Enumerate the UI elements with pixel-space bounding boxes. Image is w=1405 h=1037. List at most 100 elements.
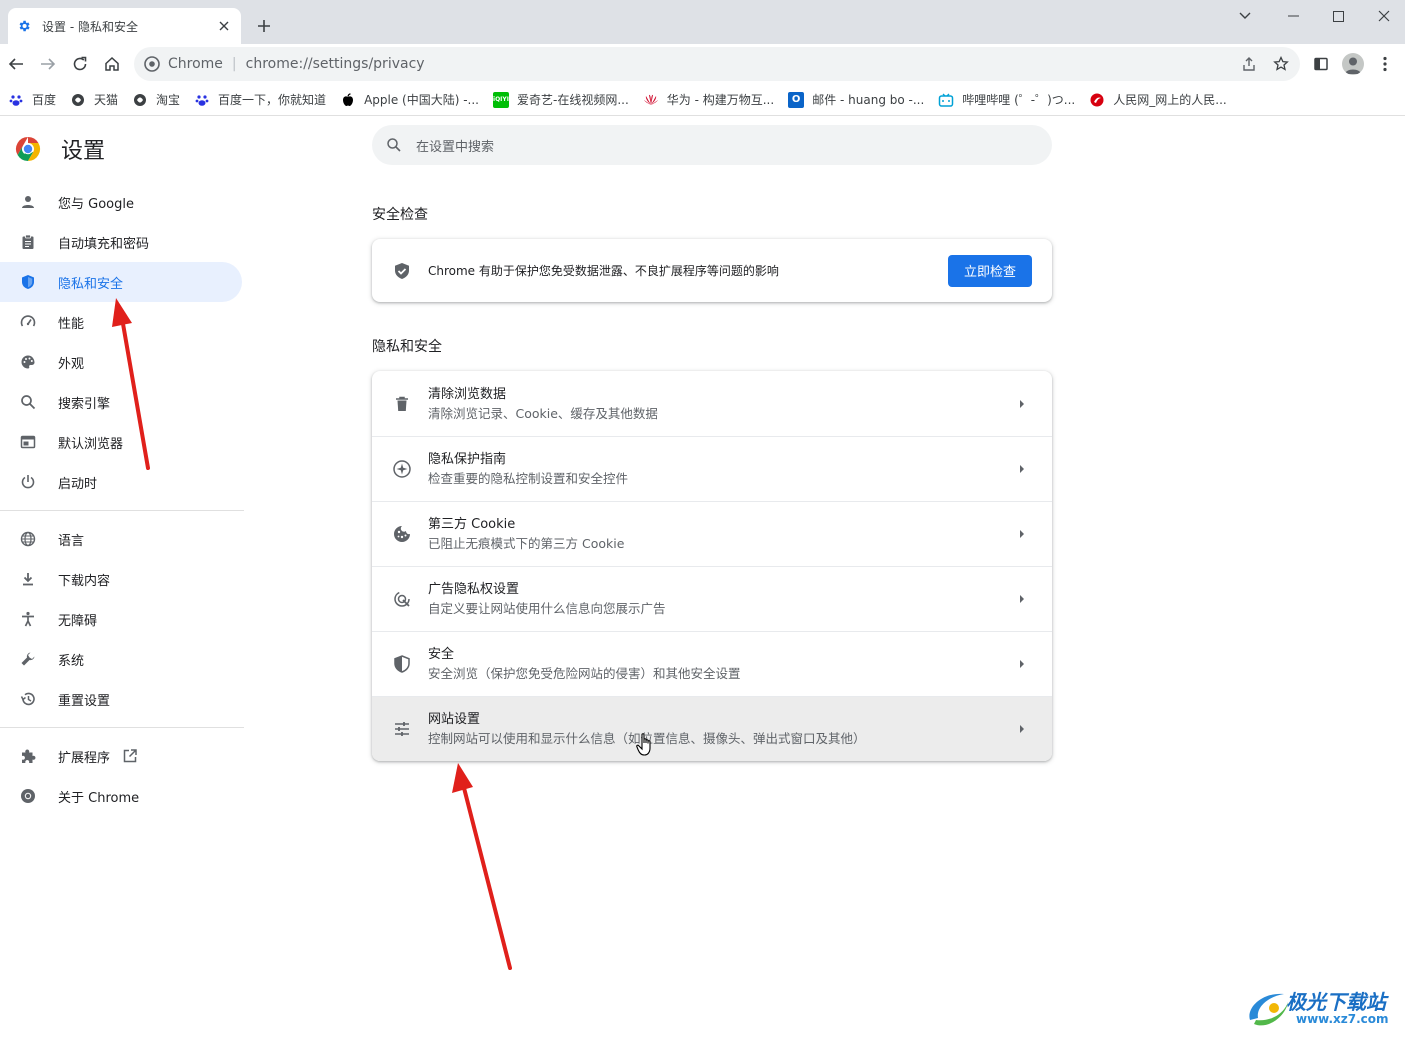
row-subtitle: 检查重要的隐私控制设置和安全控件 — [428, 471, 629, 486]
address-bar[interactable]: Chrome | chrome://settings/privacy — [134, 47, 1300, 81]
back-button[interactable] — [4, 52, 28, 76]
sidebar-item-search-engine[interactable]: 搜索引擎 — [0, 382, 242, 422]
bookmark-item[interactable]: 天猫 — [70, 91, 118, 108]
site-settings-row[interactable]: 网站设置 控制网站可以使用和显示什么信息（如位置信息、摄像头、弹出式窗口及其他） — [372, 696, 1052, 761]
bookmark-label: 百度一下，你就知道 — [218, 93, 327, 107]
row-subtitle: 清除浏览记录、Cookie、缓存及其他数据 — [428, 405, 658, 421]
watermark-text: 极光下载站 — [1286, 990, 1386, 1014]
sliders-icon — [392, 719, 412, 739]
browser-window-icon — [18, 432, 38, 452]
check-now-button[interactable]: 立即检查 — [948, 254, 1032, 287]
globe-icon — [132, 92, 148, 108]
globe-icon — [70, 92, 86, 108]
sidebar-item-about-chrome[interactable]: 关于 Chrome — [0, 776, 242, 816]
watermark-swirl-icon — [1249, 993, 1288, 1026]
bilibili-icon — [938, 92, 954, 108]
sidebar-item-downloads[interactable]: 下载内容 — [0, 559, 242, 599]
privacy-guide-row[interactable]: 隐私保护指南 检查重要的隐私控制设置和安全控件 — [372, 436, 1052, 501]
bookmark-item[interactable]: 百度一下，你就知道 — [194, 91, 326, 108]
sidebar-item-default-browser[interactable]: 默认浏览器 — [0, 422, 242, 462]
bookmark-label: 哔哩哔哩 (゜-゜)つ... — [962, 93, 1076, 107]
avatar — [1342, 53, 1364, 75]
chrome-logo-icon — [15, 136, 41, 162]
row-subtitle: 自定义要让网站使用什么信息向您展示广告 — [428, 601, 666, 616]
home-button[interactable] — [100, 52, 124, 76]
sidebar-item-appearance[interactable]: 外观 — [0, 342, 242, 382]
sidebar-item-accessibility[interactable]: 无障碍 — [0, 599, 242, 639]
settings-search-input[interactable]: 在设置中搜索 — [372, 125, 1052, 165]
new-tab-button[interactable] — [252, 14, 276, 38]
row-subtitle: 安全浏览（保护您免受危险网站的侵害）和其他安全设置 — [428, 666, 741, 681]
history-icon — [18, 689, 38, 709]
profile-button[interactable] — [1341, 52, 1365, 76]
tab-search-chevron-down-icon[interactable] — [1222, 4, 1268, 28]
row-title: 网站设置 — [428, 712, 481, 727]
sidebar-item-autofill[interactable]: 自动填充和密码 — [0, 222, 242, 262]
close-tab-icon[interactable] — [215, 17, 233, 35]
trash-icon — [392, 394, 412, 414]
bookmark-label: 爱奇艺-在线视频网... — [517, 93, 629, 107]
safety-check-title: 安全检查 — [372, 207, 428, 223]
sidebar-item-you-and-google[interactable]: 您与 Google — [0, 182, 242, 222]
third-party-cookies-row[interactable]: 第三方 Cookie 已阻止无痕模式下的第三方 Cookie — [372, 501, 1052, 566]
sidebar-item-privacy[interactable]: 隐私和安全 — [0, 262, 242, 302]
palette-icon — [18, 352, 38, 372]
safety-check-card: Chrome 有助于保护您免受数据泄露、不良扩展程序等问题的影响 立即检查 — [372, 239, 1052, 302]
menu-button[interactable] — [1373, 52, 1397, 76]
clipboard-icon — [18, 232, 38, 252]
compass-icon — [392, 459, 412, 479]
sidebar-divider — [0, 727, 244, 728]
download-icon — [18, 569, 38, 589]
security-row[interactable]: 安全 安全浏览（保护您免受危险网站的侵害）和其他安全设置 — [372, 631, 1052, 696]
settings-page: 设置 您与 Google 自动填充和密码 隐私和安全 性能 外观 搜索引擎 默认… — [0, 117, 1405, 1037]
privacy-card: 清除浏览数据 清除浏览记录、Cookie、缓存及其他数据 隐私保护指南 检查重要… — [372, 371, 1052, 761]
sidebar-item-performance[interactable]: 性能 — [0, 302, 242, 342]
arrow-right-icon — [1012, 394, 1032, 414]
share-icon[interactable] — [1239, 54, 1259, 74]
sidebar-item-system[interactable]: 系统 — [0, 639, 242, 679]
puzzle-icon — [18, 746, 38, 766]
bookmark-item[interactable]: O 邮件 - huang bo -... — [788, 91, 924, 108]
security-shield-icon — [392, 654, 412, 674]
gear-icon — [16, 18, 32, 34]
bookmark-star-icon[interactable] — [1271, 54, 1291, 74]
maximize-button[interactable] — [1315, 4, 1361, 28]
ad-privacy-row[interactable]: 广告隐私权设置 自定义要让网站使用什么信息向您展示广告 — [372, 566, 1052, 631]
sidebar-divider — [0, 510, 244, 511]
forward-button[interactable] — [36, 52, 60, 76]
url-text[interactable]: chrome://settings/privacy — [246, 56, 425, 72]
privacy-section-title: 隐私和安全 — [372, 339, 442, 355]
row-title: 第三方 Cookie — [428, 517, 516, 532]
row-title: 清除浏览数据 — [428, 386, 507, 402]
external-link-icon[interactable] — [122, 748, 138, 764]
minimize-button[interactable] — [1270, 4, 1316, 28]
sidebar-item-label: 搜索引擎 — [58, 396, 111, 412]
bookmark-item[interactable]: 百度 — [8, 91, 56, 108]
bookmark-item[interactable]: Apple (中国大陆) -... — [340, 91, 479, 108]
settings-sidebar: 您与 Google 自动填充和密码 隐私和安全 性能 外观 搜索引擎 默认浏览器 — [0, 182, 244, 816]
bookmark-item[interactable]: 哔哩哔哩 (゜-゜)つ... — [938, 91, 1075, 108]
sidebar-item-extensions[interactable]: 扩展程序 — [0, 736, 242, 776]
arrow-right-icon — [1012, 459, 1032, 479]
sidebar-item-languages[interactable]: 语言 — [0, 519, 242, 559]
verified-shield-icon — [392, 261, 412, 281]
bookmark-item[interactable]: iQIYI 爱奇艺-在线视频网... — [493, 91, 629, 108]
reload-button[interactable] — [68, 52, 92, 76]
row-title: 安全 — [428, 647, 455, 662]
site-label: Chrome — [168, 56, 223, 72]
bookmark-item[interactable]: 淘宝 — [132, 91, 180, 108]
sidebar-item-label: 隐私和安全 — [58, 276, 124, 292]
sidebar-item-on-startup[interactable]: 启动时 — [0, 462, 242, 502]
huawei-icon — [643, 92, 659, 108]
row-title: 广告隐私权设置 — [428, 582, 520, 597]
arrow-right-icon — [1012, 719, 1032, 739]
close-window-button[interactable] — [1361, 4, 1405, 28]
bookmark-item[interactable]: 人民网_网上的人民... — [1089, 91, 1227, 108]
sidebar-item-reset[interactable]: 重置设置 — [0, 679, 242, 719]
browser-tab[interactable]: 设置 - 隐私和安全 — [8, 8, 241, 44]
bookmark-item[interactable]: 华为 - 构建万物互... — [643, 91, 774, 108]
clear-browsing-data-row[interactable]: 清除浏览数据 清除浏览记录、Cookie、缓存及其他数据 — [372, 371, 1052, 436]
side-panel-button[interactable] — [1309, 52, 1333, 76]
baidu-paw-icon — [194, 92, 210, 108]
sidebar-item-label: 性能 — [58, 316, 85, 332]
